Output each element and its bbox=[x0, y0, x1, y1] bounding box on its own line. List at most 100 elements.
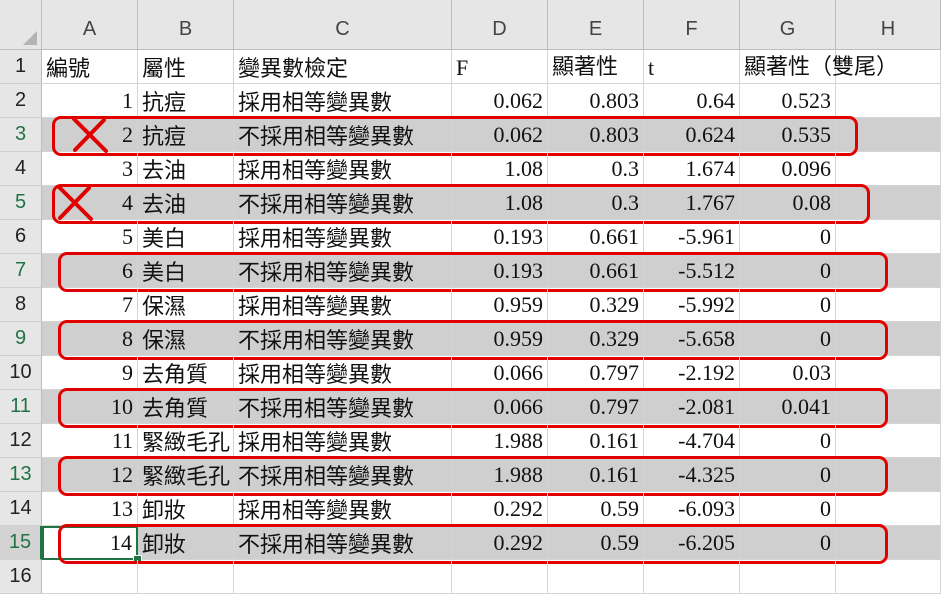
row-header-10[interactable]: 10 bbox=[0, 356, 42, 390]
cell-g4[interactable]: 0.096 bbox=[740, 152, 836, 186]
cell-b2[interactable]: 抗痘 bbox=[138, 84, 234, 118]
cell-e12[interactable]: 0.161 bbox=[548, 424, 644, 458]
cell-g2[interactable]: 0.523 bbox=[740, 84, 836, 118]
row-header-6[interactable]: 6 bbox=[0, 220, 42, 254]
row-header-5[interactable]: 5 bbox=[0, 186, 42, 220]
cell-f2[interactable]: 0.64 bbox=[644, 84, 740, 118]
cell-b12[interactable]: 緊緻毛孔 bbox=[138, 424, 234, 458]
cell-h6[interactable] bbox=[836, 220, 941, 254]
cell-h8[interactable] bbox=[836, 288, 941, 322]
cell-f1[interactable]: t bbox=[644, 50, 740, 84]
cell-c16[interactable] bbox=[234, 560, 452, 594]
cell-e1[interactable]: 顯著性 bbox=[548, 50, 644, 84]
cell-h14[interactable] bbox=[836, 492, 941, 526]
row-header-16[interactable]: 16 bbox=[0, 560, 42, 594]
cell-b10[interactable]: 去角質 bbox=[138, 356, 234, 390]
cell-b4[interactable]: 去油 bbox=[138, 152, 234, 186]
cell-b6[interactable]: 美白 bbox=[138, 220, 234, 254]
cell-h1[interactable] bbox=[836, 50, 941, 84]
cell-c4[interactable]: 採用相等變異數 bbox=[234, 152, 452, 186]
select-all-corner[interactable] bbox=[0, 0, 42, 50]
cell-a12[interactable]: 11 bbox=[42, 424, 138, 458]
cell-c1[interactable]: 變異數檢定 bbox=[234, 50, 452, 84]
row-header-13[interactable]: 13 bbox=[0, 458, 42, 492]
cell-e6[interactable]: 0.661 bbox=[548, 220, 644, 254]
cell-h2[interactable] bbox=[836, 84, 941, 118]
cell-c2[interactable]: 採用相等變異數 bbox=[234, 84, 452, 118]
cell-b16[interactable] bbox=[138, 560, 234, 594]
cell-g1[interactable]: 顯著性（雙尾） bbox=[740, 50, 898, 84]
cell-a6[interactable]: 5 bbox=[42, 220, 138, 254]
row-header-1[interactable]: 1 bbox=[0, 50, 42, 84]
cell-f14[interactable]: -6.093 bbox=[644, 492, 740, 526]
cell-a2[interactable]: 1 bbox=[42, 84, 138, 118]
cell-e4[interactable]: 0.3 bbox=[548, 152, 644, 186]
highlight-annotation bbox=[58, 252, 888, 292]
cell-d6[interactable]: 0.193 bbox=[452, 220, 548, 254]
cell-h4[interactable] bbox=[836, 152, 941, 186]
cell-f8[interactable]: -5.992 bbox=[644, 288, 740, 322]
cell-f16[interactable] bbox=[644, 560, 740, 594]
cell-c10[interactable]: 採用相等變異數 bbox=[234, 356, 452, 390]
cell-e2[interactable]: 0.803 bbox=[548, 84, 644, 118]
cell-d14[interactable]: 0.292 bbox=[452, 492, 548, 526]
cell-g10[interactable]: 0.03 bbox=[740, 356, 836, 390]
cell-e8[interactable]: 0.329 bbox=[548, 288, 644, 322]
cell-d16[interactable] bbox=[452, 560, 548, 594]
cell-f10[interactable]: -2.192 bbox=[644, 356, 740, 390]
cell-e10[interactable]: 0.797 bbox=[548, 356, 644, 390]
row-header-11[interactable]: 11 bbox=[0, 390, 42, 424]
column-header-f[interactable]: F bbox=[644, 0, 740, 50]
row-header-14[interactable]: 14 bbox=[0, 492, 42, 526]
cell-b1[interactable]: 屬性 bbox=[138, 50, 234, 84]
cell-b14[interactable]: 卸妝 bbox=[138, 492, 234, 526]
cell-b8[interactable]: 保濕 bbox=[138, 288, 234, 322]
column-header-d[interactable]: D bbox=[452, 0, 548, 50]
cell-a8[interactable]: 7 bbox=[42, 288, 138, 322]
column-header-b[interactable]: B bbox=[138, 0, 234, 50]
cell-d1[interactable]: F bbox=[452, 50, 548, 84]
cell-g6[interactable]: 0 bbox=[740, 220, 836, 254]
row-header-12[interactable]: 12 bbox=[0, 424, 42, 458]
cell-d2[interactable]: 0.062 bbox=[452, 84, 548, 118]
cell-a1[interactable]: 編號 bbox=[42, 50, 138, 84]
cell-h12[interactable] bbox=[836, 424, 941, 458]
cell-c6[interactable]: 採用相等變異數 bbox=[234, 220, 452, 254]
cell-e14[interactable]: 0.59 bbox=[548, 492, 644, 526]
cell-f6[interactable]: -5.961 bbox=[644, 220, 740, 254]
cell-f4[interactable]: 1.674 bbox=[644, 152, 740, 186]
cell-a14[interactable]: 13 bbox=[42, 492, 138, 526]
cell-d10[interactable]: 0.066 bbox=[452, 356, 548, 390]
cell-h16[interactable] bbox=[836, 560, 941, 594]
cell-e16[interactable] bbox=[548, 560, 644, 594]
row-header-15[interactable]: 15 bbox=[0, 526, 42, 560]
cell-g8[interactable]: 0 bbox=[740, 288, 836, 322]
cell-g12[interactable]: 0 bbox=[740, 424, 836, 458]
column-header-g[interactable]: G bbox=[740, 0, 836, 50]
cell-d4[interactable]: 1.08 bbox=[452, 152, 548, 186]
cell-c8[interactable]: 採用相等變異數 bbox=[234, 288, 452, 322]
cell-a16[interactable] bbox=[42, 560, 138, 594]
row-header-2[interactable]: 2 bbox=[0, 84, 42, 118]
spreadsheet-grid[interactable]: A B C D E F G H 1 編號 屬性 變異數檢定 F 顯著性 t 顯著性（雙尾） 2 1 抗痘 採用相等變異… bbox=[0, 0, 941, 594]
column-header-c[interactable]: C bbox=[234, 0, 452, 50]
row-header-7[interactable]: 7 bbox=[0, 254, 42, 288]
cell-c14[interactable]: 採用相等變異數 bbox=[234, 492, 452, 526]
row-header-9[interactable]: 9 bbox=[0, 322, 42, 356]
cell-c12[interactable]: 採用相等變異數 bbox=[234, 424, 452, 458]
cell-a10[interactable]: 9 bbox=[42, 356, 138, 390]
row-header-3[interactable]: 3 bbox=[0, 118, 42, 152]
cell-d12[interactable]: 1.988 bbox=[452, 424, 548, 458]
cell-h10[interactable] bbox=[836, 356, 941, 390]
cell-g14[interactable]: 0 bbox=[740, 492, 836, 526]
cell-d8[interactable]: 0.959 bbox=[452, 288, 548, 322]
column-header-h[interactable]: H bbox=[836, 0, 941, 50]
table-row: 9 去角質 採用相等變異數 0.066 0.797 -2.192 0.03 bbox=[42, 356, 941, 390]
cell-f12[interactable]: -4.704 bbox=[644, 424, 740, 458]
column-header-e[interactable]: E bbox=[548, 0, 644, 50]
row-header-8[interactable]: 8 bbox=[0, 288, 42, 322]
column-header-a[interactable]: A bbox=[42, 0, 138, 50]
row-header-4[interactable]: 4 bbox=[0, 152, 42, 186]
cell-g16[interactable] bbox=[740, 560, 836, 594]
cell-a4[interactable]: 3 bbox=[42, 152, 138, 186]
